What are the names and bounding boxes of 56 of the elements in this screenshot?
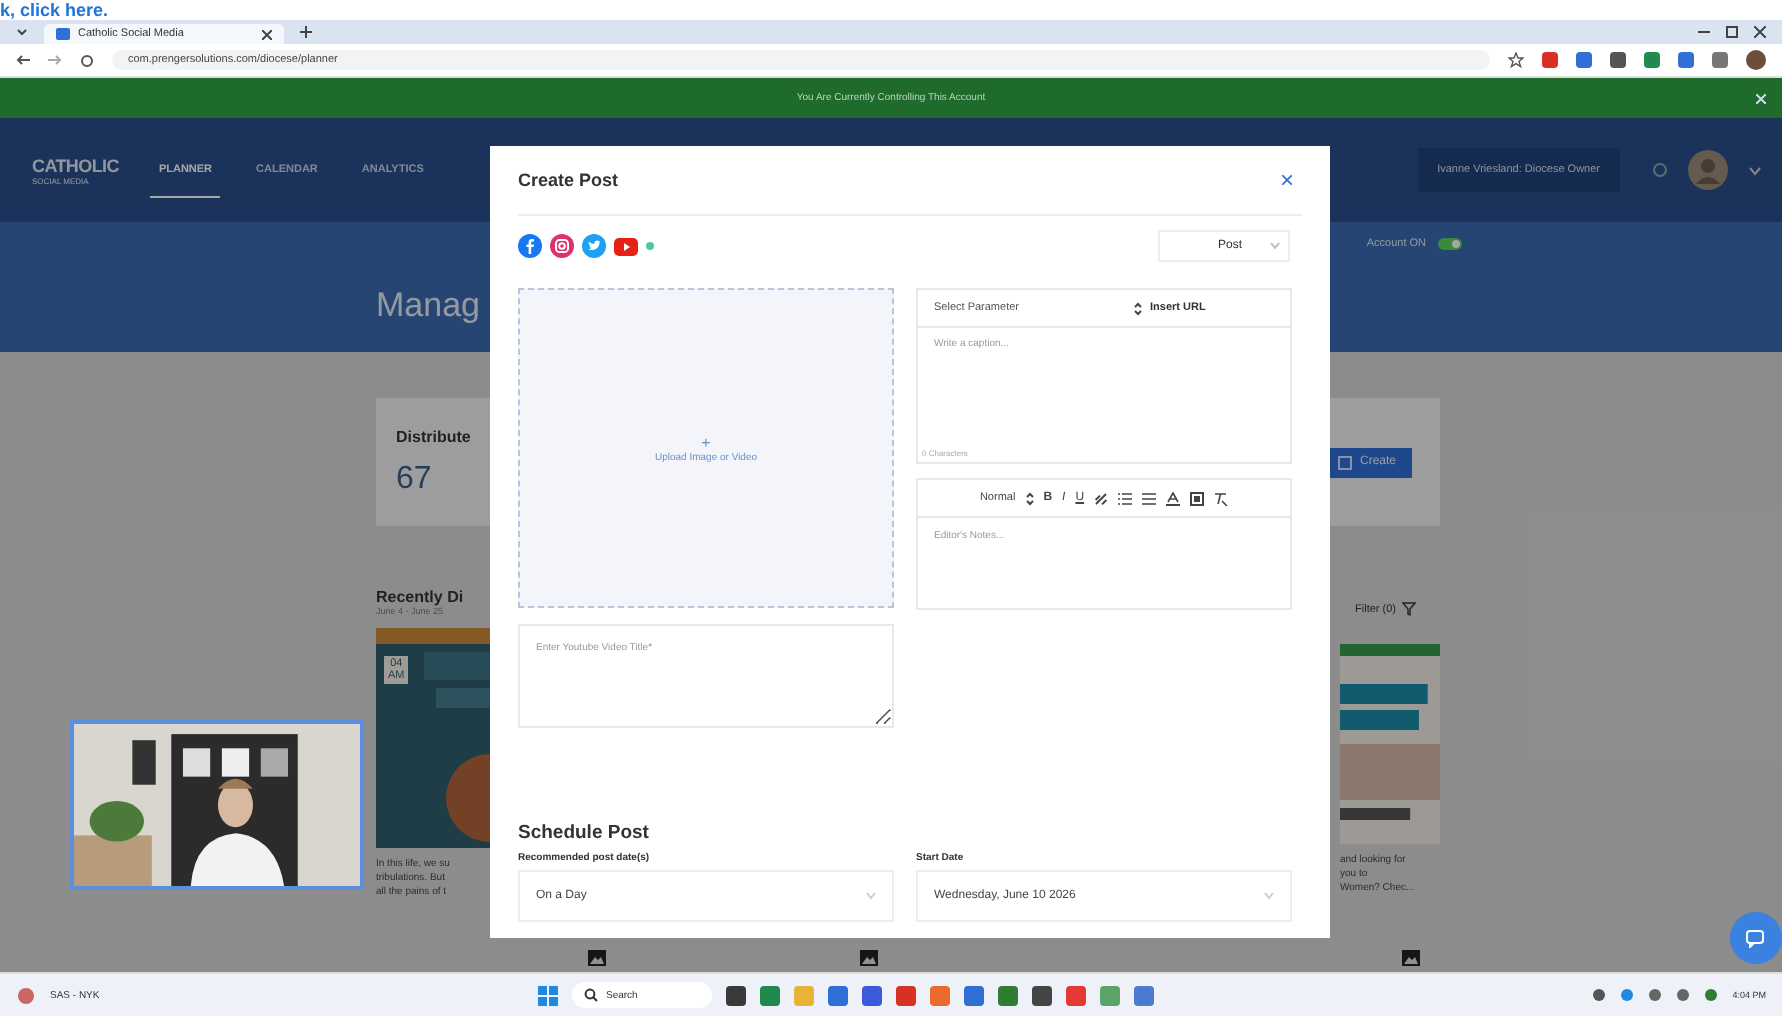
funnel-icon — [1402, 602, 1416, 616]
avatar-icon[interactable] — [1746, 50, 1766, 70]
chat-icon — [1746, 929, 1766, 947]
app-icon[interactable] — [895, 985, 916, 1005]
account-toggle[interactable] — [1438, 237, 1462, 249]
dialog-title: Create Post — [518, 170, 619, 190]
chevron-down-icon — [1270, 242, 1280, 250]
youtube-icon[interactable] — [614, 237, 638, 255]
plus-sign: + — [701, 433, 711, 451]
close-icon[interactable] — [1754, 26, 1766, 38]
back-icon[interactable] — [16, 54, 30, 66]
windows-icon[interactable] — [537, 985, 558, 1005]
app-icon[interactable] — [997, 985, 1018, 1005]
app-icon[interactable] — [725, 985, 746, 1005]
app-icon[interactable] — [963, 985, 984, 1005]
chevron-down-icon — [866, 892, 876, 900]
minimize-icon[interactable] — [1698, 26, 1710, 38]
facebook-icon[interactable] — [518, 234, 542, 258]
sort-icon — [1025, 491, 1034, 505]
close-icon[interactable] — [262, 29, 272, 39]
section-title: Recently Di — [376, 587, 464, 605]
stat-value: 67 — [396, 461, 434, 497]
extension-icon[interactable] — [1678, 52, 1694, 68]
extension-icon[interactable] — [1712, 52, 1728, 68]
app-icon[interactable] — [861, 985, 882, 1005]
close-button[interactable]: × — [1271, 166, 1302, 194]
list-icon[interactable] — [1118, 491, 1133, 505]
image-icon — [588, 950, 606, 966]
forward-icon[interactable] — [48, 54, 62, 66]
page-title: Manag — [376, 285, 480, 325]
image-icon — [1402, 950, 1420, 966]
text-color-icon[interactable] — [1166, 491, 1181, 505]
sort-icon — [1134, 301, 1142, 315]
chevron-down-icon — [1264, 892, 1274, 900]
section-title: Schedule Post — [518, 822, 651, 844]
new-tab-icon[interactable] — [300, 26, 312, 38]
restore-icon[interactable] — [1726, 26, 1738, 38]
site-icon — [56, 28, 70, 40]
extension-icon[interactable] — [1542, 52, 1558, 68]
clear-format-icon[interactable] — [1214, 491, 1229, 505]
caption-link[interactable]: k, click here. — [0, 0, 109, 20]
list-icon[interactable] — [1142, 491, 1157, 505]
star-icon[interactable] — [1508, 52, 1524, 68]
twitter-icon[interactable] — [582, 234, 606, 258]
extension-icon[interactable] — [1576, 52, 1592, 68]
instagram-icon[interactable] — [550, 234, 574, 258]
image-icon — [860, 950, 878, 966]
app-icon[interactable] — [827, 985, 848, 1005]
status-dot-icon — [646, 242, 654, 250]
app-icon[interactable] — [1031, 985, 1052, 1005]
tab-list-icon[interactable] — [16, 26, 28, 38]
extension-icon[interactable] — [1644, 52, 1660, 68]
search-icon — [583, 988, 598, 1002]
chevron-down-icon[interactable] — [1748, 165, 1762, 175]
extension-icon[interactable] — [1610, 52, 1626, 68]
stat-label: Distribute — [396, 427, 471, 445]
